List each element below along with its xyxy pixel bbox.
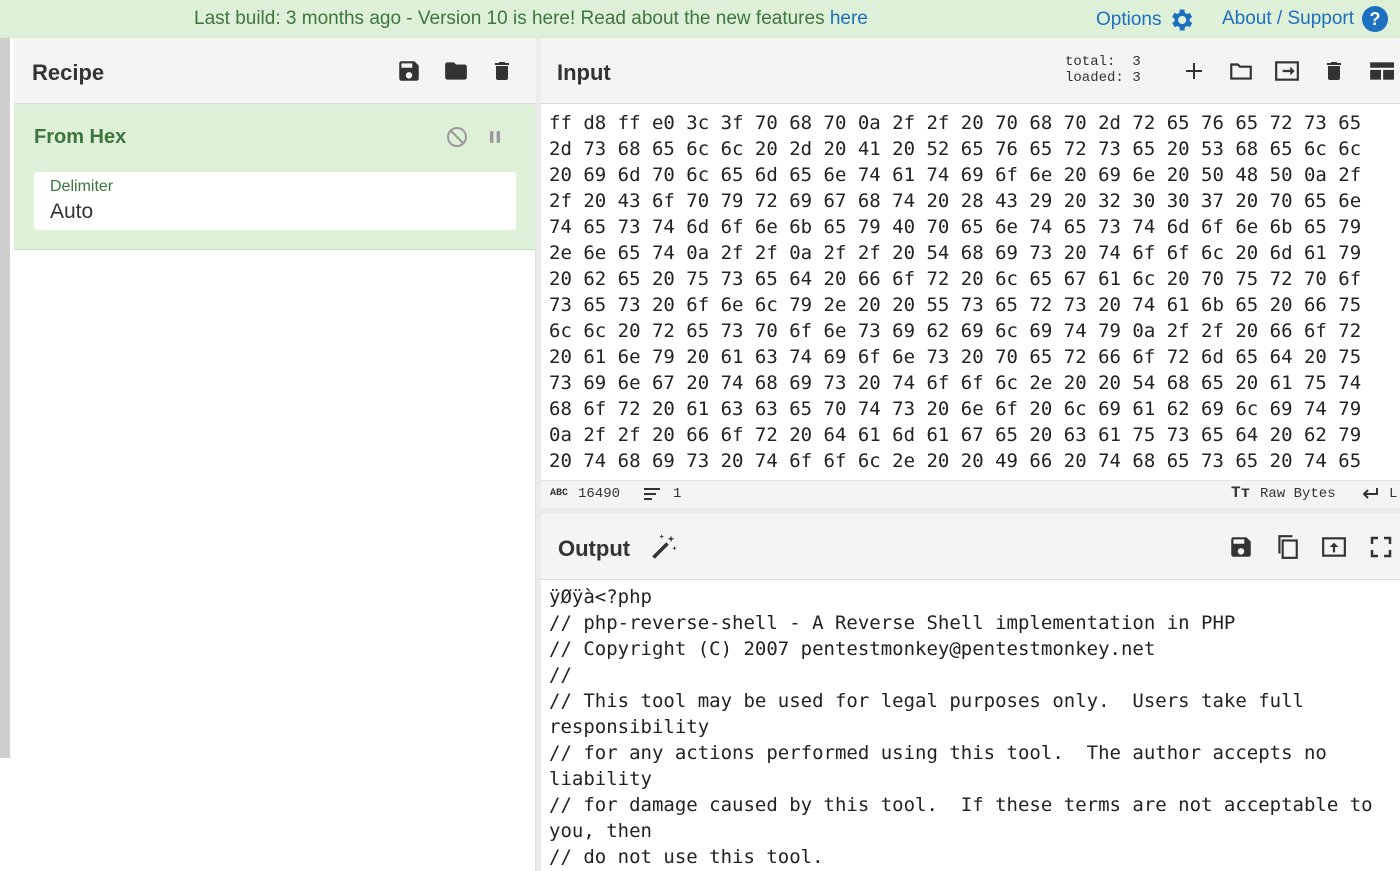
total-value: 3: [1132, 54, 1141, 70]
hex-line: 2e 6e 65 74 0a 2f 2f 0a 2f 2f 20 54 68 6…: [549, 242, 1362, 264]
fullscreen-icon: [1370, 536, 1392, 558]
help-icon: ?: [1362, 6, 1389, 32]
delimiter-field[interactable]: Delimiter Auto: [34, 172, 516, 230]
clear-recipe-button[interactable]: [487, 56, 517, 86]
delimiter-value[interactable]: Auto: [50, 200, 93, 224]
layout-icon: [1370, 62, 1394, 80]
hex-line: 20 62 65 20 75 73 65 64 20 66 6f 72 20 6…: [549, 268, 1362, 290]
options-label: Options: [1096, 9, 1162, 30]
banner-link[interactable]: here: [830, 8, 868, 29]
input-status-bar: ABC 16490 1 Tт Raw Bytes L: [541, 480, 1400, 508]
delimiter-label: Delimiter: [50, 178, 114, 195]
reset-layout-button[interactable]: [1366, 56, 1396, 86]
operation-title: From Hex: [34, 126, 127, 148]
gear-icon: [1172, 9, 1193, 31]
add-input-button[interactable]: [1179, 56, 1209, 86]
output-textarea[interactable]: ÿØÿà<?php // php-reverse-shell - A Rever…: [549, 584, 1394, 871]
input-lines: 1: [673, 486, 682, 502]
hex-line: 20 69 6d 70 6c 65 6d 65 6e 74 61 74 69 6…: [549, 164, 1362, 186]
options-button[interactable]: Options: [1096, 6, 1195, 34]
recipe-header: Recipe: [14, 38, 536, 104]
save-output-button[interactable]: [1226, 532, 1256, 562]
trash-icon: [1327, 62, 1341, 80]
banner-message-text: Last build: 3 months ago - Version 10 is…: [194, 8, 830, 29]
recipe-panel: Recipe From Hex Delimiter Auto: [14, 38, 536, 871]
hex-line: 6c 6c 20 72 65 73 70 6f 6e 73 69 62 69 6…: [549, 320, 1362, 342]
magic-button[interactable]: [649, 532, 679, 562]
folder-open-icon: [1230, 63, 1252, 80]
open-file-input-button[interactable]: [1272, 56, 1302, 86]
hex-line: 73 69 6e 67 20 74 68 69 73 20 74 6f 6f 6…: [549, 372, 1362, 394]
loaded-label: loaded:: [1065, 70, 1124, 86]
load-recipe-button[interactable]: [441, 56, 471, 86]
hex-line: 74 65 73 74 6d 6f 6e 6b 65 79 40 70 65 6…: [549, 216, 1362, 238]
input-length: 16490: [578, 486, 621, 502]
length-icon: ABC: [550, 488, 569, 499]
copy-icon: [1278, 535, 1298, 559]
hex-line: ff d8 ff e0 3c 3f 70 68 70 0a 2f 2f 20 7…: [549, 112, 1362, 134]
eol-icon[interactable]: [1360, 486, 1380, 507]
hex-line: 20 61 6e 79 20 61 63 74 69 6f 6e 73 20 7…: [549, 346, 1362, 368]
replace-input-button[interactable]: [1319, 532, 1349, 562]
output-header: Output: [541, 514, 1400, 580]
about-label: About / Support: [1222, 8, 1355, 29]
breakpoint-button[interactable]: [480, 122, 510, 152]
input-eol[interactable]: L: [1389, 486, 1397, 502]
input-encoding[interactable]: Raw Bytes: [1260, 486, 1336, 502]
copy-output-button[interactable]: [1272, 532, 1302, 562]
clear-input-button[interactable]: [1319, 56, 1349, 86]
operation-from-hex[interactable]: From Hex Delimiter Auto: [14, 104, 536, 250]
disable-icon: [447, 127, 467, 147]
open-folder-input-button[interactable]: [1226, 56, 1256, 86]
top-banner: Last build: 3 months ago - Version 10 is…: [0, 0, 1400, 38]
trash-icon: [495, 62, 509, 80]
save-icon: [1231, 537, 1251, 557]
hex-line: 0a 2f 2f 20 66 6f 72 20 64 61 6d 61 67 6…: [549, 424, 1362, 446]
hex-line: 68 6f 72 20 61 63 63 65 70 74 73 20 6e 6…: [549, 398, 1362, 420]
lines-icon: [643, 486, 661, 507]
magic-wand-icon: [652, 534, 677, 559]
save-recipe-button[interactable]: [394, 56, 424, 86]
maximise-output-button[interactable]: [1366, 532, 1396, 562]
input-title: Input: [557, 60, 611, 85]
total-label: total:: [1065, 54, 1116, 70]
hex-line: 20 74 68 69 73 20 74 6f 6f 6c 2e 20 20 4…: [549, 450, 1362, 472]
output-title: Output: [558, 536, 631, 561]
banner-message: Last build: 3 months ago - Version 10 is…: [194, 8, 868, 30]
text-encoding-icon[interactable]: Tт: [1231, 484, 1250, 502]
hex-line: 2f 20 43 6f 70 79 72 69 67 68 74 20 28 4…: [549, 190, 1362, 212]
input-counts: total: 3 loaded: 3: [1065, 54, 1141, 86]
input-header: Input total: 3 loaded: 3: [541, 38, 1400, 104]
vertical-splitter[interactable]: [536, 38, 541, 871]
upload-icon: [1322, 537, 1346, 557]
hex-line: 73 65 73 20 6f 6e 6c 79 2e 20 20 55 73 6…: [549, 294, 1362, 316]
left-edge-bar: [0, 38, 10, 758]
input-file-icon: [1275, 61, 1299, 81]
about-support-button[interactable]: About / Support ?: [1222, 6, 1389, 32]
disable-operation-button[interactable]: [442, 122, 472, 152]
input-textarea[interactable]: ff d8 ff e0 3c 3f 70 68 70 0a 2f 2f 20 7…: [549, 110, 1389, 478]
plus-icon: [1186, 63, 1202, 79]
save-icon: [399, 61, 419, 81]
pause-icon: [490, 131, 500, 143]
folder-icon: [445, 62, 467, 80]
hex-line: 2d 73 68 65 6c 6c 20 2d 20 41 20 52 65 7…: [549, 138, 1362, 160]
recipe-title: Recipe: [32, 60, 105, 85]
loaded-value: 3: [1132, 70, 1141, 86]
